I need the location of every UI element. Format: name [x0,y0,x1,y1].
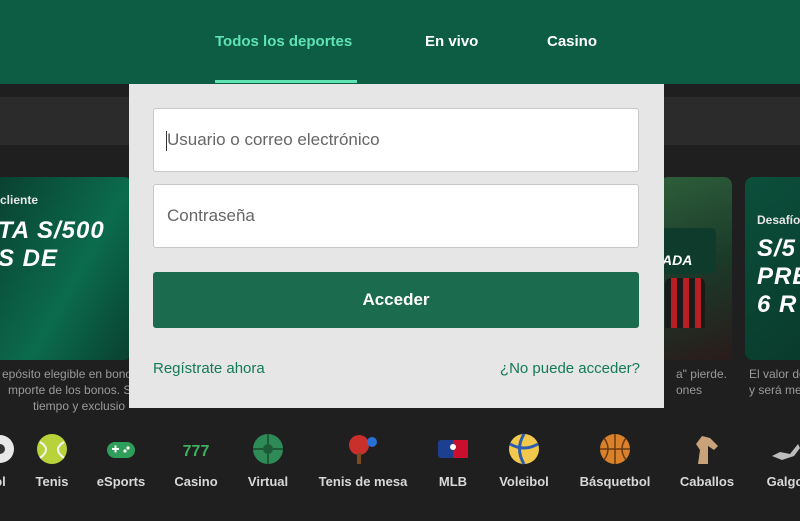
text-cursor [166,131,167,151]
help-link[interactable]: ¿No puede acceder? [500,360,640,377]
table-tennis-icon [349,435,377,464]
sport-label: Básquetbol [579,474,651,489]
volleyball-icon [509,433,539,465]
sport-label: Galgo [766,474,800,489]
promo-caption: tiempo y exclusio [33,399,126,413]
promo-caption: El valor de [749,367,800,381]
login-dialog: Acceder Regístrate ahora ¿No puede acced… [129,84,664,408]
register-link[interactable]: Regístrate ahora [153,360,265,377]
tab-casino[interactable]: Casino [547,33,597,50]
username-input[interactable] [167,109,627,171]
promo-headline-2: PRE [757,263,800,290]
promo-headline: TA S/500 [0,217,105,244]
mlb-logo-icon [438,440,468,458]
promo-caption: epósito elegible en bono [2,367,133,381]
virtual-ball-icon [253,434,283,464]
sport-item-galgos[interactable]: Galgo [740,432,800,489]
password-field[interactable] [153,184,639,248]
promo-tag: Desafío [757,213,800,227]
basketball-icon [600,434,630,464]
horse-icon [696,436,718,464]
sport-item-virtual[interactable]: Virtual [223,432,313,489]
promo-badge-text: ADA [662,252,693,268]
jersey-image [665,278,705,328]
promo-caption: y será me [749,383,800,397]
greyhound-icon [772,444,800,460]
svg-text:777: 777 [183,443,210,460]
sport-label: Virtual [247,474,289,489]
promo-tag: cliente [0,193,39,207]
sport-label: Voleibol [499,474,549,489]
sport-item-caballos[interactable]: Caballos [662,432,752,489]
promo-caption: a" pierde. [676,367,727,381]
tab-todos-los-deportes[interactable]: Todos los deportes [215,33,352,50]
sport-label: Tenis de mesa [318,474,408,489]
username-field[interactable] [153,108,639,172]
active-tab-indicator [215,80,357,83]
promo-card-challenge[interactable]: Desafío S/5 PRE 6 R [745,177,800,360]
promo-headline-2: S DE [0,245,59,272]
promo-caption: mporte de los bonos. Se [8,383,139,397]
promo-headline: S/5 [757,235,797,262]
sport-label: Caballos [679,474,735,489]
promo-caption: ones [676,383,703,397]
sport-item-tenis-de-mesa[interactable]: Tenis de mesa [318,432,408,489]
gamepad-icon [107,442,135,458]
tennis-icon [37,434,67,464]
login-button[interactable]: Acceder [153,272,639,328]
sport-item-voleibol[interactable]: Voleibol [479,432,569,489]
promo-headline-3: 6 R [757,291,798,318]
promo-card-welcome[interactable]: cliente TA S/500 S DE [0,177,132,360]
tab-en-vivo[interactable]: En vivo [425,33,478,50]
slots-777-icon: 777 [183,443,210,460]
password-input[interactable] [167,185,627,247]
top-navigation: Todos los deportes En vivo Casino [0,0,800,84]
sport-item-basquetbol[interactable]: Básquetbol [570,432,660,489]
